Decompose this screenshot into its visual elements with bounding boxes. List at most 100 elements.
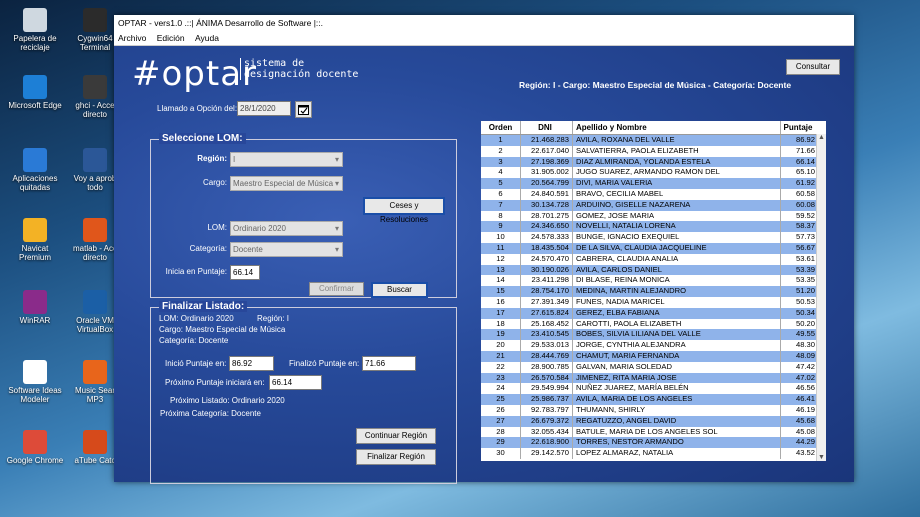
table-cell: 24.578.333 [521, 232, 573, 243]
scroll-up-icon[interactable]: ▲ [817, 134, 826, 141]
table-row[interactable]: 22 28.900.785 GALVAN, MARIA SOLEDAD 47.42 [481, 361, 826, 373]
table-row[interactable]: 27 26.679.372 REGATUZZO, ANGEL DAVID 45.68 [481, 415, 826, 427]
table-cell: BRAVO, CECILIA MABEL [573, 188, 781, 200]
table-cell: 26.570.584 [521, 372, 573, 384]
lom-label: LOM: [207, 223, 227, 232]
table-cell: 4 [481, 167, 521, 179]
table-row[interactable]: 9 24.346.650 NOVELLI, NATALIA LORENA 58.37 [481, 221, 826, 233]
table-row[interactable]: 12 24.570.470 CABRERA, CLAUDIA ANALIA 53.61 [481, 253, 826, 265]
table-row[interactable]: 1 21.468.283 AVILA, ROXANA DEL VALLE 86.92 [481, 135, 826, 146]
table-cell: 29.533.013 [521, 340, 573, 351]
consult-button[interactable]: Consultar [786, 59, 840, 75]
table-cell: 27.198.369 [521, 156, 573, 168]
table-row[interactable]: 18 25.168.452 CAROTTI, PAOLA ELIZABETH 50.2… [481, 318, 826, 330]
table-scrollbar[interactable]: ▲ ▼ [816, 134, 826, 461]
start-score-field[interactable]: 86.92 [229, 356, 274, 371]
table-cell: 21.468.283 [521, 135, 573, 146]
table-row[interactable]: 4 31.905.002 JUGO SUAREZ, ARMANDO RAMON DE… [481, 167, 826, 179]
desktop-icon[interactable]: Aplicaciones quitadas [6, 148, 64, 192]
next-score-field[interactable]: 66.14 [269, 375, 322, 390]
menu-archivo[interactable]: Archivo [118, 33, 146, 43]
table-row[interactable]: 28 32.055.434 BATULE, MARIA DE LOS ANGELES… [481, 426, 826, 438]
col-puntaje[interactable]: Puntaje [781, 121, 817, 134]
table-cell: 48.30 [795, 340, 815, 350]
cargo-select[interactable]: Maestro Especial de Música ▾ [230, 176, 343, 191]
desktop-icon[interactable]: Microsoft Edge [6, 75, 64, 110]
chevron-down-icon: ▾ [334, 224, 339, 233]
desktop-icon[interactable]: Navicat Premium [6, 218, 64, 262]
results-table[interactable]: Orden DNI Apellido y Nombre Puntaje 1 21.… [481, 121, 826, 461]
table-cell: CHAMUT, MARIA FERNANDA [573, 350, 781, 362]
region-select[interactable]: I ▾ [230, 152, 343, 167]
inicia-puntaje-field[interactable]: 66.14 [230, 265, 260, 280]
table-cell: 3 [481, 156, 521, 168]
table-cell: 25.986.737 [521, 394, 573, 405]
table-row[interactable]: 2 22.617.040 SALVATIERRA, PAOLA ELIZABETH 7… [481, 145, 826, 157]
table-cell: TORRES, NESTOR ARMANDO [573, 437, 781, 449]
col-nombre[interactable]: Apellido y Nombre [573, 121, 781, 134]
ceses-resoluciones-button[interactable]: Ceses y Resoluciones [363, 197, 445, 224]
app-icon [83, 148, 107, 172]
table-cell: 50.34 [795, 307, 815, 317]
table-row[interactable]: 20 29.533.013 JORGE, CYNTHIA ALEJANDRA 48.3… [481, 340, 826, 351]
table-row[interactable]: 30 29.142.570 LOPEZ ALMARAZ, NATALIA 43.52 [481, 448, 826, 459]
table-cell: 1 [481, 135, 521, 146]
table-row[interactable]: 6 24.840.591 BRAVO, CECILIA MABEL 60.58 [481, 188, 826, 200]
col-dni[interactable]: DNI [521, 121, 573, 134]
scroll-down-icon[interactable]: ▼ [817, 454, 826, 461]
table-cell: 44.29 [795, 437, 815, 447]
table-cell: 23 [481, 372, 521, 384]
categoria-select[interactable]: Docente ▾ [230, 242, 343, 257]
desktop-icon[interactable]: WinRAR [6, 290, 64, 325]
table-cell: 15 [481, 286, 521, 297]
table-row[interactable]: 5 20.564.799 DIVI, MARIA VALERIA 61.92 [481, 178, 826, 189]
table-cell: 21 [481, 350, 521, 362]
table-row[interactable]: 25 25.986.737 AVILA, MARIA DE LOS ANGELES 4… [481, 394, 826, 405]
table-row[interactable]: 10 24.578.333 BUNGE, IGNACIO EXEQUIEL 57.73 [481, 232, 826, 243]
finalize-title: Finalizar Listado: [159, 301, 248, 312]
table-row[interactable]: 29 22.618.900 TORRES, NESTOR ARMANDO 44.29 [481, 437, 826, 449]
table-row[interactable]: 24 29.549.994 NUÑEZ JUAREZ, MARÍA BELÉN 46.… [481, 383, 826, 395]
call-date-label: Llamado a Opción del: [157, 104, 238, 113]
chevron-down-icon: ▾ [334, 245, 339, 254]
table-row[interactable]: 16 27.391.349 FUNES, NADIA MARICEL 50.53 [481, 296, 826, 308]
desktop-icon[interactable]: Papelera de reciclaje [6, 8, 64, 52]
continue-region-button[interactable]: Continuar Región [356, 428, 436, 444]
table-cell: FUNES, NADIA MARICEL [573, 296, 781, 308]
search-button[interactable]: Buscar [371, 282, 428, 298]
table-row[interactable]: 26 92.783.797 THUMANN, SHIRLY 46.19 [481, 404, 826, 416]
call-date-field[interactable]: 28/1/2020 [237, 101, 291, 116]
desktop-icon[interactable]: Google Chrome [6, 430, 64, 465]
table-row[interactable]: 11 18.435.504 DE LA SILVA, CLAUDIA JACQUEL… [481, 242, 826, 254]
table-cell: MEDINA, MARTIN ALEJANDRO [573, 286, 781, 297]
table-cell: 47.42 [795, 361, 815, 371]
end-score-field[interactable]: 71.66 [362, 356, 416, 371]
desktop-icon-label: WinRAR [19, 316, 51, 325]
table-row[interactable]: 8 28.701.275 GOMEZ, JOSE MARIA 59.52 [481, 210, 826, 222]
table-cell: 50.20 [795, 318, 815, 328]
table-row[interactable]: 15 28.754.170 MEDINA, MARTIN ALEJANDRO 51.2… [481, 286, 826, 297]
menu-ayuda[interactable]: Ayuda [195, 33, 219, 43]
table-row[interactable]: 23 26.570.584 JIMENEZ, RITA MARIA JOSE 47.0… [481, 372, 826, 384]
table-row[interactable]: 19 23.410.545 BOBES, SILVIA LILIANA DEL VA… [481, 329, 826, 341]
finalize-categoria: Categoría: Docente [159, 336, 229, 345]
desktop-icon-label: Software Ideas Modeler [8, 386, 62, 404]
chevron-down-icon: ▾ [334, 179, 339, 188]
menu-edicion[interactable]: Edición [157, 33, 185, 43]
table-row[interactable]: 13 30.190.026 AVILA, CARLOS DANIEL 53.39 [481, 264, 826, 276]
table-cell: NUÑEZ JUAREZ, MARÍA BELÉN [573, 383, 781, 395]
calendar-icon[interactable] [295, 101, 312, 118]
col-orden[interactable]: Orden [481, 121, 521, 134]
app-icon [23, 218, 47, 242]
confirm-button[interactable]: Confirmar [309, 282, 364, 296]
table-row[interactable]: 3 27.198.369 DIAZ ALMIRANDA, YOLANDA ESTEL… [481, 156, 826, 168]
table-cell: 25.168.452 [521, 318, 573, 330]
desktop-icon[interactable]: Software Ideas Modeler [6, 360, 64, 404]
table-cell: 22.618.900 [521, 437, 573, 449]
table-row[interactable]: 21 28.444.769 CHAMUT, MARIA FERNANDA 48.09 [481, 350, 826, 362]
table-row[interactable]: 17 27.615.824 GEREZ, ELBA FABIANA 50.34 [481, 307, 826, 319]
table-row[interactable]: 14 23.411.298 DI BLASE, REINA MONICA 53.35 [481, 275, 826, 287]
finish-region-button[interactable]: Finalizar Región [356, 449, 436, 465]
table-row[interactable]: 7 30.134.728 ARDUINO, GISELLE NAZARENA 60.0… [481, 199, 826, 211]
lom-select[interactable]: Ordinario 2020 ▾ [230, 221, 343, 236]
